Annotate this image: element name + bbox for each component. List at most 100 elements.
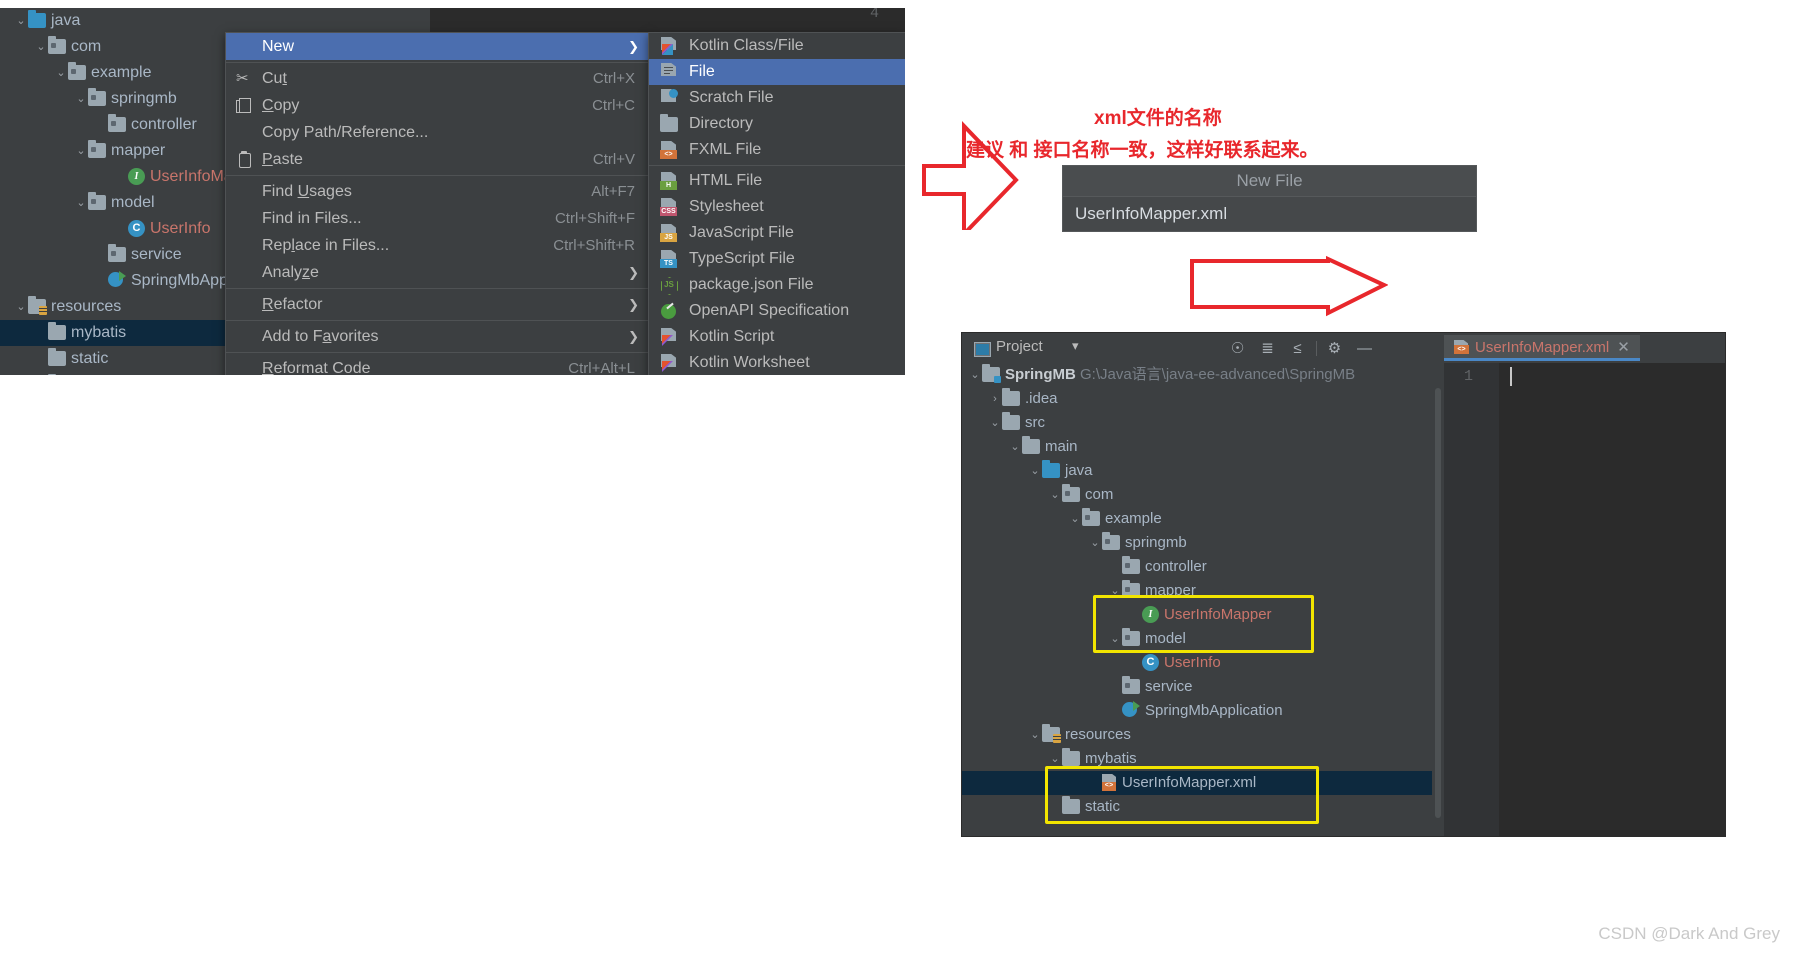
tree-item-springmbapplication[interactable]: ›SpringMbApplication <box>0 268 278 294</box>
chevron-down-icon[interactable]: ⌄ <box>1048 483 1062 507</box>
folder-icon <box>1022 435 1040 454</box>
submenu-item-openapi-specification[interactable]: OpenAPI Specification <box>649 298 905 324</box>
chevron-right-icon[interactable]: › <box>988 387 1002 411</box>
submenu-item-package-json-file[interactable]: JS package.json File <box>649 272 905 298</box>
tree-item-com[interactable]: ⌄ com <box>0 34 225 60</box>
chevron-down-icon[interactable]: ⌄ <box>1028 723 1042 747</box>
menu-item-copy[interactable]: Copy Ctrl+C <box>226 92 649 119</box>
tree-item-example[interactable]: ⌄ example <box>962 507 1432 531</box>
locate-icon[interactable]: ☉ <box>1229 340 1246 357</box>
ide-screenshot-top-left: 4 active: develop ⌄java⌄com⌄example⌄spri… <box>0 0 905 375</box>
tree-item-label: controller <box>131 116 197 133</box>
gear-icon[interactable]: ⚙ <box>1326 340 1343 357</box>
chevron-down-icon[interactable]: ⌄ <box>74 190 88 216</box>
submenu-item-fxml-file[interactable]: <> FXML File <box>649 137 905 163</box>
submenu-item-directory[interactable]: Directory <box>649 111 905 137</box>
tree-item-resources[interactable]: ⌄ resources <box>0 294 225 320</box>
tree-item-userinfo[interactable]: ›CUserInfo <box>962 651 1432 675</box>
tree-item-service[interactable]: ›service <box>0 242 225 268</box>
tree-item-model[interactable]: ⌄ model <box>0 190 225 216</box>
chevron-down-icon[interactable]: ⌄ <box>14 8 28 34</box>
tree-item-label: example <box>91 64 152 81</box>
project-tree-left[interactable]: ⌄java⌄com⌄example⌄springmb›controller⌄ma… <box>0 8 278 375</box>
csdn-watermark: CSDN @Dark And Grey <box>1598 924 1780 943</box>
tree-item-controller[interactable]: ›controller <box>962 555 1432 579</box>
chevron-down-icon[interactable]: ⌄ <box>14 294 28 320</box>
tree-item-example[interactable]: ⌄ example <box>0 60 225 86</box>
tree-item-controller[interactable]: ›controller <box>0 112 225 138</box>
panel-splitter[interactable] <box>1432 363 1444 836</box>
editor-tab-userinfomapper-xml[interactable]: <> UserInfoMapper.xml ✕ <box>1444 335 1640 361</box>
new-file-name-input[interactable]: UserInfoMapper.xml <box>1062 196 1477 232</box>
tree-item-springmb-root[interactable]: ⌄ SpringMB G:\Java语言\java-ee-advanced\Spr… <box>962 363 1432 387</box>
xml-file-icon: <> <box>1454 339 1469 355</box>
tree-item-userinfomapper[interactable]: ›IUserInfoMapper <box>0 164 265 190</box>
tree-item-templates[interactable]: ›templates <box>0 372 225 375</box>
submenu-item-html-file[interactable]: H HTML File <box>649 168 905 194</box>
new-file-dialog[interactable]: New File UserInfoMapper.xml <box>1062 165 1477 232</box>
kotlin-script-icon <box>659 328 679 346</box>
tree-item-label: mybatis <box>1085 750 1137 767</box>
submenu-item-scratch-file[interactable]: Scratch File <box>649 85 905 111</box>
chevron-down-icon[interactable]: ⌄ <box>54 60 68 86</box>
menu-item-label: Reformat Code <box>262 360 371 375</box>
tree-item-java[interactable]: ⌄ java <box>0 8 225 34</box>
scissors-icon: ✂ <box>236 70 249 87</box>
menu-item-paste[interactable]: Paste Ctrl+V <box>226 146 649 173</box>
menu-item-find-usages[interactable]: Find Usages Alt+F7 <box>226 178 649 205</box>
hide-icon[interactable]: — <box>1356 340 1373 357</box>
chevron-down-icon[interactable]: ▾ <box>1072 338 1079 354</box>
project-toolwindow-title[interactable]: Project <box>996 338 1043 355</box>
submenu-item-label: Directory <box>689 115 754 132</box>
expand-all-icon[interactable]: ≣ <box>1259 340 1276 357</box>
tree-item-mapper[interactable]: ⌄ mapper <box>0 138 225 164</box>
tree-item-main[interactable]: ⌄ main <box>962 435 1432 459</box>
tree-item-resources[interactable]: ⌄ resources <box>962 723 1432 747</box>
menu-item-analyze[interactable]: Analyze ❯ <box>226 259 649 286</box>
chevron-down-icon[interactable]: ⌄ <box>968 363 982 387</box>
menu-item-reformat-code[interactable]: Reformat Code Ctrl+Alt+L <box>226 355 649 375</box>
menu-item-new[interactable]: New ❯ <box>226 33 649 60</box>
editor-pane[interactable]: 1 <box>1444 363 1725 836</box>
tree-item-com[interactable]: ⌄ com <box>962 483 1432 507</box>
chevron-down-icon[interactable]: ⌄ <box>988 411 1002 435</box>
submenu-item-javascript-file[interactable]: JS JavaScript File <box>649 220 905 246</box>
submenu-item-typescript-file[interactable]: TS TypeScript File <box>649 246 905 272</box>
submenu-item-kotlin-worksheet[interactable]: Kotlin Worksheet <box>649 350 905 375</box>
close-icon[interactable]: ✕ <box>1617 339 1630 356</box>
tree-item-springmb[interactable]: ⌄ springmb <box>0 86 225 112</box>
collapse-all-icon[interactable]: ≤ <box>1289 340 1306 357</box>
menu-item-replace-in-files[interactable]: Replace in Files... Ctrl+Shift+R <box>226 232 649 259</box>
tree-item-userinfo[interactable]: ›CUserInfo <box>0 216 225 242</box>
chevron-down-icon[interactable]: ⌄ <box>1028 459 1042 483</box>
menu-item-copy-path-reference[interactable]: Copy Path/Reference... <box>226 119 649 146</box>
tree-item--idea[interactable]: › .idea <box>962 387 1432 411</box>
chevron-down-icon[interactable]: ⌄ <box>34 34 48 60</box>
submenu-item-file[interactable]: File <box>649 59 905 85</box>
chevron-down-icon[interactable]: ⌄ <box>1088 531 1102 555</box>
chevron-down-icon[interactable]: ⌄ <box>74 86 88 112</box>
tree-item-springmbapplication[interactable]: ›SpringMbApplication <box>962 699 1432 723</box>
chevron-down-icon[interactable]: ⌄ <box>1068 507 1082 531</box>
menu-separator <box>226 320 649 321</box>
menu-item-cut[interactable]: ✂ Cut Ctrl+X <box>226 65 649 92</box>
tree-item-src[interactable]: ⌄ src <box>962 411 1432 435</box>
tree-item-java[interactable]: ⌄ java <box>962 459 1432 483</box>
submenu-item-kotlin-script[interactable]: Kotlin Script <box>649 324 905 350</box>
tree-item-label: service <box>1145 678 1193 695</box>
menu-item-add-to-favorites[interactable]: Add to Favorites ❯ <box>226 323 649 350</box>
chevron-down-icon[interactable]: ⌄ <box>74 138 88 164</box>
tree-item-static[interactable]: ›static <box>0 346 225 372</box>
submenu-item-label: Kotlin Worksheet <box>689 354 810 371</box>
context-menu[interactable]: New ❯ ✂ Cut Ctrl+X Copy Ctrl+C Copy Path/Refere… <box>225 32 650 375</box>
submenu-item-stylesheet[interactable]: CSS Stylesheet <box>649 194 905 220</box>
submenu-item-kotlin-class-file[interactable]: Kotlin Class/File <box>649 33 905 59</box>
new-submenu[interactable]: Kotlin Class/File File Scratch File Directo… <box>648 32 905 375</box>
menu-item-refactor[interactable]: Refactor ❯ <box>226 291 649 318</box>
tree-item-springmb[interactable]: ⌄ springmb <box>962 531 1432 555</box>
menu-item-label: New <box>262 38 295 55</box>
tree-item-mybatis[interactable]: ›mybatis <box>0 320 225 346</box>
tree-item-service[interactable]: ›service <box>962 675 1432 699</box>
chevron-down-icon[interactable]: ⌄ <box>1008 435 1022 459</box>
menu-item-find-in-files[interactable]: Find in Files... Ctrl+Shift+F <box>226 205 649 232</box>
